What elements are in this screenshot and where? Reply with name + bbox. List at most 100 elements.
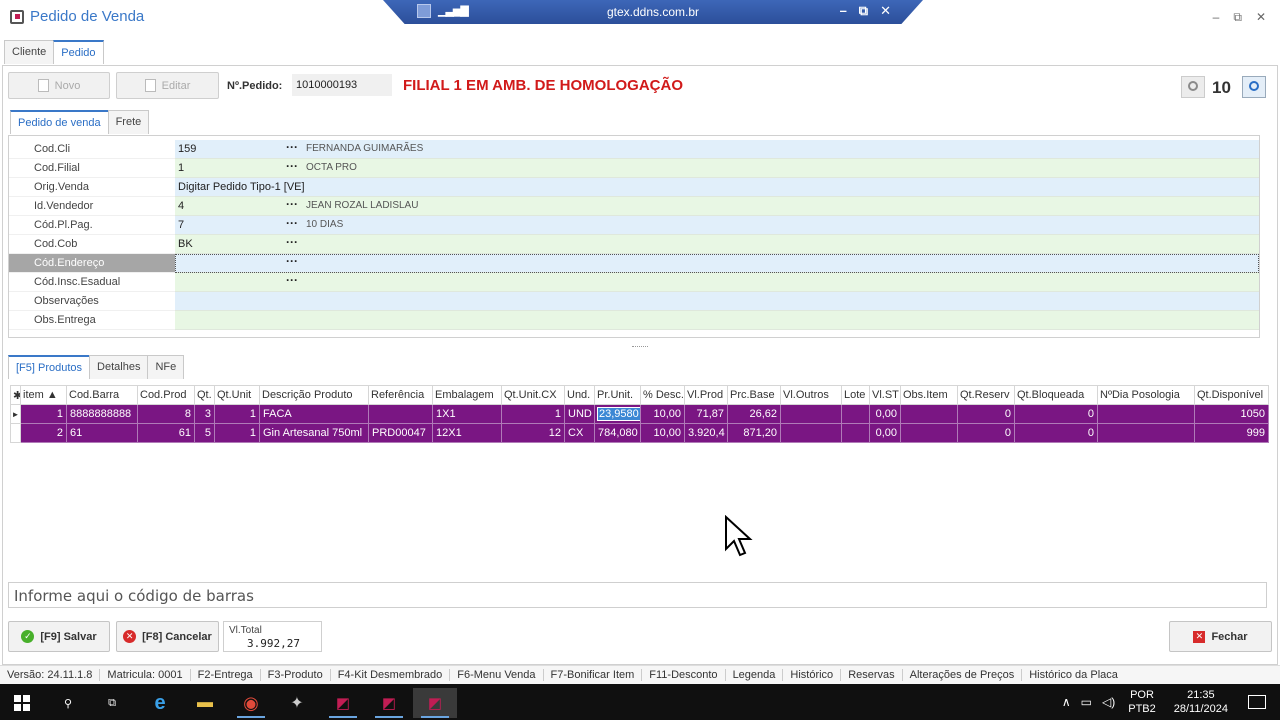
form-value[interactable]: BK ··· <box>175 235 1259 254</box>
column-header[interactable]: Qt.Unit <box>214 385 260 405</box>
order-number-field[interactable]: 1010000193 <box>292 74 392 96</box>
tab-frete[interactable]: Frete <box>107 110 150 134</box>
grid-cell[interactable] <box>841 423 870 443</box>
grid-cell[interactable]: 0,00 <box>869 404 901 424</box>
status-historico-placa[interactable]: Histórico da Placa <box>1022 669 1125 681</box>
grid-cell[interactable]: 3.920,4 <box>684 423 728 443</box>
column-header[interactable]: item ▲ <box>20 385 67 405</box>
tab-pedido-de-venda[interactable]: Pedido de venda <box>10 110 109 134</box>
table-row[interactable]: ► 1 8888888888 8 3 1 FACA 1X1 1 UND 23,9… <box>10 404 1269 424</box>
unit-price-editor[interactable]: 23,9580 <box>597 407 640 421</box>
grid-cell[interactable]: Gin Artesanal 750ml <box>259 423 369 443</box>
start-button[interactable] <box>0 688 44 718</box>
grid-cell[interactable]: 0 <box>957 423 1015 443</box>
zoom-in-button[interactable] <box>1242 76 1266 98</box>
app-compass-icon[interactable]: ✦ <box>275 688 319 718</box>
grid-cell[interactable] <box>1097 423 1195 443</box>
column-header[interactable]: Vl.Prod <box>684 385 728 405</box>
grid-cell[interactable] <box>780 404 842 424</box>
grid-cell[interactable]: 1050 <box>1194 404 1269 424</box>
form-value[interactable] <box>175 311 1259 330</box>
lookup-ellipsis-icon[interactable]: ··· <box>286 235 298 249</box>
barcode-input[interactable]: Informe aqui o código de barras <box>8 582 1267 608</box>
rdp-restore-icon[interactable]: ⧉ <box>859 3 868 19</box>
status-historico[interactable]: Histórico <box>783 669 842 681</box>
column-header[interactable]: Lote <box>841 385 870 405</box>
column-header[interactable]: Qt. <box>194 385 215 405</box>
grid-cell[interactable]: 26,62 <box>727 404 781 424</box>
grid-cell-editing[interactable]: 23,9580 <box>594 404 641 424</box>
edit-button[interactable]: Editar <box>116 72 219 99</box>
shortcut-f3-produto[interactable]: F3-Produto <box>261 669 331 681</box>
cancel-button[interactable]: ✕ [F8] Cancelar <box>116 621 219 652</box>
grid-cell[interactable]: 61 <box>66 423 138 443</box>
grid-cell[interactable]: 1X1 <box>432 404 502 424</box>
grid-cell[interactable]: 1 <box>214 423 260 443</box>
grid-cell[interactable]: CX <box>564 423 595 443</box>
folder-icon[interactable]: ▬ <box>183 688 227 718</box>
form-value[interactable]: 1 ··· OCTA PRO <box>175 159 1259 178</box>
grid-cell[interactable]: 12 <box>501 423 565 443</box>
shortcut-f4-kit[interactable]: F4-Kit Desmembrado <box>331 669 451 681</box>
column-header[interactable]: Obs.Item <box>900 385 958 405</box>
lookup-ellipsis-icon[interactable]: ··· <box>286 159 298 173</box>
grid-cell[interactable]: 871,20 <box>727 423 781 443</box>
tab-produtos[interactable]: [F5] Produtos <box>8 355 91 379</box>
grid-cell[interactable]: FACA <box>259 404 369 424</box>
rdp-close-icon[interactable]: ✕ <box>880 3 891 19</box>
status-reservas[interactable]: Reservas <box>841 669 903 681</box>
grid-cell[interactable] <box>900 423 958 443</box>
notification-icon[interactable] <box>1248 695 1266 709</box>
column-header[interactable]: Vl.ST <box>869 385 901 405</box>
shortcut-f2-entrega[interactable]: F2-Entrega <box>191 669 261 681</box>
grid-cell[interactable]: 999 <box>1194 423 1269 443</box>
table-row[interactable]: 2 61 61 5 1 Gin Artesanal 750ml PRD00047… <box>10 423 1269 443</box>
column-header[interactable]: Cod.Prod <box>137 385 195 405</box>
rdp-minimize-icon[interactable]: – <box>840 3 847 19</box>
grid-cell[interactable]: 0 <box>1014 404 1098 424</box>
tab-nfe[interactable]: NFe <box>147 355 185 379</box>
grid-cell[interactable]: 71,87 <box>684 404 728 424</box>
restore-icon[interactable]: ⧉ <box>1233 10 1242 25</box>
column-header[interactable]: Descrição Produto <box>259 385 369 405</box>
grid-cell[interactable]: 8888888888 <box>66 404 138 424</box>
column-header[interactable]: Prc.Base <box>727 385 781 405</box>
form-value[interactable]: 7 ··· 10 DIAS <box>175 216 1259 235</box>
clock[interactable]: 21:35 28/11/2024 <box>1174 688 1228 716</box>
grid-cell[interactable]: 0 <box>1014 423 1098 443</box>
grid-cell[interactable]: 10,00 <box>640 404 685 424</box>
app-pinned-1-icon[interactable]: ◩ <box>321 688 365 718</box>
new-button[interactable]: Novo <box>8 72 110 99</box>
column-header[interactable]: Embalagem <box>432 385 502 405</box>
chrome-icon[interactable]: ◉ <box>229 688 273 718</box>
shortcut-f11-desconto[interactable]: F11-Desconto <box>642 669 726 681</box>
panel-splitter[interactable] <box>632 346 648 347</box>
close-button[interactable]: ✕ Fechar <box>1169 621 1272 652</box>
zoom-out-button[interactable] <box>1181 76 1205 98</box>
column-header[interactable]: Referência <box>368 385 433 405</box>
chevron-up-icon[interactable]: ∧ <box>1062 695 1071 709</box>
form-value[interactable]: 4 ··· JEAN ROZAL LADISLAU <box>175 197 1259 216</box>
form-value[interactable]: ··· <box>175 273 1259 292</box>
grid-cell[interactable]: 0 <box>957 404 1015 424</box>
input-language[interactable]: POR PTB2 <box>1128 688 1156 716</box>
grid-cell[interactable]: 5 <box>194 423 215 443</box>
grid-cell[interactable]: 784,080 <box>594 423 641 443</box>
grid-cell[interactable]: 1 <box>20 404 67 424</box>
tab-detalhes[interactable]: Detalhes <box>89 355 149 379</box>
grid-cell[interactable] <box>900 404 958 424</box>
app-pinned-2-icon[interactable]: ◩ <box>367 688 411 718</box>
grid-cell[interactable]: 3 <box>194 404 215 424</box>
grid-cell[interactable]: 10,00 <box>640 423 685 443</box>
shortcut-f7-bonificar[interactable]: F7-Bonificar Item <box>544 669 643 681</box>
status-alteracoes-precos[interactable]: Alterações de Preços <box>903 669 1023 681</box>
task-view-icon[interactable]: ⧉ <box>90 688 134 718</box>
column-header[interactable]: Qt.Reserv <box>957 385 1015 405</box>
tab-cliente[interactable]: Cliente <box>4 40 55 64</box>
form-value[interactable]: ··· <box>175 254 1259 273</box>
form-value[interactable]: 159 ··· FERNANDA GUIMARÃES <box>175 140 1259 159</box>
column-header[interactable]: Qt.Unit.CX <box>501 385 565 405</box>
lookup-ellipsis-icon[interactable]: ··· <box>286 216 298 230</box>
column-header[interactable]: Vl.Outros <box>780 385 842 405</box>
grid-cell[interactable] <box>780 423 842 443</box>
